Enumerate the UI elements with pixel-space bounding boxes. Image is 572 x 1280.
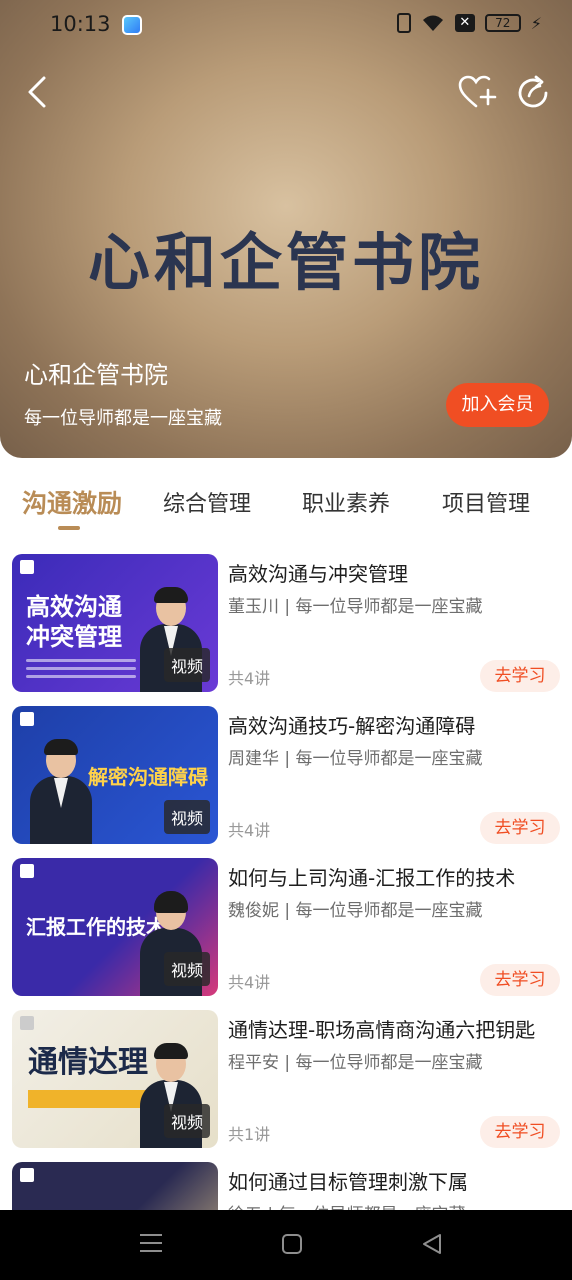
video-tag: 视频 bbox=[163, 1104, 210, 1138]
course-item[interactable]: 通情达理 视频 通情达理-职场高情商沟通六把钥匙 程平安 | 每一位导师都是一座… bbox=[12, 1010, 560, 1148]
course-thumbnail[interactable]: 通情达理 视频 bbox=[12, 1010, 218, 1148]
course-meta: 魏俊妮 | 每一位导师都是一座宝藏 bbox=[228, 901, 483, 921]
go-study-button[interactable]: 去学习 bbox=[480, 1116, 560, 1148]
join-member-button[interactable]: 加入会员 bbox=[446, 383, 549, 427]
course-title[interactable]: 高效沟通与冲突管理 bbox=[228, 558, 408, 587]
video-tag: 视频 bbox=[163, 952, 210, 986]
course-meta: 周建华 | 每一位导师都是一座宝藏 bbox=[228, 749, 483, 769]
active-tab-indicator bbox=[58, 526, 80, 530]
lesson-count: 共1讲 bbox=[228, 1125, 271, 1144]
thumbnail-title-line1: 高效沟通 bbox=[26, 593, 122, 621]
system-navigation-bar bbox=[0, 1210, 572, 1280]
thumbnail-title-line2: 冲突管理 bbox=[26, 623, 122, 651]
thumbnail-subtitle-bar bbox=[28, 1090, 146, 1108]
sim-off-icon: ✕ bbox=[454, 14, 475, 32]
lesson-count: 共4讲 bbox=[228, 821, 271, 840]
charging-icon: ⚡ bbox=[530, 13, 542, 33]
course-meta: 程平安 | 每一位导师都是一座宝藏 bbox=[228, 1053, 483, 1073]
course-title[interactable]: 如何通过目标管理刺激下属 bbox=[228, 1166, 468, 1195]
course-meta: 董玉川 | 每一位导师都是一座宝藏 bbox=[228, 597, 483, 617]
course-thumbnail[interactable]: 解密沟通障碍 视频 bbox=[12, 706, 218, 844]
hero-title: 心和企管书院 bbox=[24, 361, 168, 389]
back-chevron-icon[interactable] bbox=[22, 72, 56, 112]
thumbnail-decor-lines bbox=[26, 654, 136, 678]
course-meta: 徐五 | 每一位导师都是一座宝藏 bbox=[228, 1200, 466, 1210]
tab-general-management[interactable]: 综合管理 bbox=[163, 486, 251, 518]
course-thumbnail[interactable]: 汇报工作的技术 视频 bbox=[12, 858, 218, 996]
category-tabs: 沟通激励 综合管理 职业素养 项目管理 bbox=[0, 480, 572, 536]
hero-subtitle: 每一位导师都是一座宝藏 bbox=[24, 408, 222, 429]
course-thumbnail[interactable] bbox=[12, 1162, 218, 1210]
status-time: 10:13 bbox=[50, 12, 111, 36]
vibrate-icon bbox=[396, 13, 411, 33]
go-study-button[interactable]: 去学习 bbox=[480, 812, 560, 844]
brand-mini-logo bbox=[20, 560, 34, 574]
course-item[interactable]: 解密沟通障碍 视频 高效沟通技巧-解密沟通障碍 周建华 | 每一位导师都是一座宝… bbox=[12, 706, 560, 844]
hero-banner: 10:13 ✕ 72 ⚡ 心和企管书院 心和企管书院 每一位导师都是一座宝藏 加… bbox=[0, 0, 572, 458]
status-icons: ✕ 72 ⚡ bbox=[396, 13, 542, 33]
brand-mini-logo bbox=[20, 1168, 34, 1182]
course-item[interactable]: 高效沟通 冲突管理 视频 高效沟通与冲突管理 董玉川 | 每一位导师都是一座宝藏… bbox=[12, 554, 560, 692]
status-bar: 10:13 ✕ 72 ⚡ bbox=[0, 0, 572, 52]
video-tag: 视频 bbox=[163, 800, 210, 834]
go-study-button[interactable]: 去学习 bbox=[480, 660, 560, 692]
video-tag: 视频 bbox=[163, 648, 210, 682]
tab-professional-quality[interactable]: 职业素养 bbox=[302, 486, 390, 518]
lesson-count: 共4讲 bbox=[228, 973, 271, 992]
heart-plus-icon[interactable] bbox=[458, 74, 498, 110]
system-back-icon[interactable] bbox=[420, 1232, 444, 1256]
home-icon[interactable] bbox=[282, 1234, 302, 1254]
tab-communication-motivation[interactable]: 沟通激励 bbox=[22, 484, 122, 520]
recent-apps-icon[interactable] bbox=[140, 1234, 162, 1254]
brand-mini-logo bbox=[20, 864, 34, 878]
brand-mini-logo bbox=[20, 712, 34, 726]
share-refresh-icon[interactable] bbox=[514, 74, 552, 112]
course-item[interactable]: 如何通过目标管理刺激下属 徐五 | 每一位导师都是一座宝藏 bbox=[12, 1162, 560, 1210]
battery-icon: 72 bbox=[484, 14, 521, 32]
go-study-button[interactable]: 去学习 bbox=[480, 964, 560, 996]
brand-mini-logo bbox=[20, 1016, 34, 1030]
course-item[interactable]: 汇报工作的技术 视频 如何与上司沟通-汇报工作的技术 魏俊妮 | 每一位导师都是… bbox=[12, 858, 560, 996]
notification-app-icon bbox=[122, 15, 142, 35]
course-title[interactable]: 如何与上司沟通-汇报工作的技术 bbox=[228, 862, 515, 891]
hero-logo-text: 心和企管书院 bbox=[87, 226, 484, 299]
course-title[interactable]: 通情达理-职场高情商沟通六把钥匙 bbox=[228, 1014, 535, 1043]
instructor-photo bbox=[30, 739, 92, 844]
wifi-icon bbox=[421, 13, 445, 33]
course-thumbnail[interactable]: 高效沟通 冲突管理 视频 bbox=[12, 554, 218, 692]
thumbnail-title: 通情达理 bbox=[28, 1045, 148, 1080]
tab-project-management[interactable]: 项目管理 bbox=[442, 486, 530, 518]
course-title[interactable]: 高效沟通技巧-解密沟通障碍 bbox=[228, 710, 475, 739]
thumbnail-title: 解密沟通障碍 bbox=[88, 765, 208, 789]
lesson-count: 共4讲 bbox=[228, 669, 271, 688]
